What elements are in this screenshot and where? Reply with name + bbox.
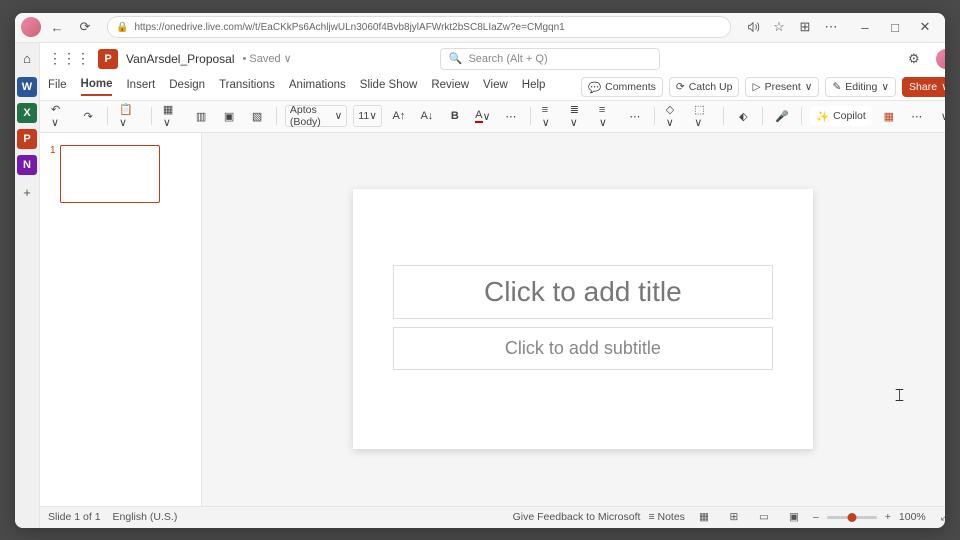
redo-button[interactable]: ↷ [77,105,99,127]
slide-thumbnail[interactable] [60,145,160,203]
title-placeholder[interactable]: Click to add title [393,265,773,319]
addins-button[interactable]: ▦ [878,105,900,127]
zoom-out-button[interactable]: – [813,511,819,523]
paste-button[interactable]: 📋 ∨ [116,105,143,127]
align-button[interactable]: ≡ ∨ [596,105,618,127]
onenote-app-icon[interactable]: N [17,155,37,175]
browser-toolbar: ← ⟳ 🔒 https://onedrive.live.com/w/t/EaCK… [15,13,945,43]
tab-slideshow[interactable]: Slide Show [360,79,418,95]
url-bar[interactable]: 🔒 https://onedrive.live.com/w/t/EaCKkPs6… [107,16,731,38]
more-para-icon[interactable]: ⋯ [624,105,646,127]
excel-app-icon[interactable]: X [17,103,37,123]
back-button[interactable]: ← [45,15,69,39]
editor-area: 1 Click to add title Click to add subtit… [40,133,945,506]
reading-view-icon[interactable]: ▭ [753,506,775,528]
settings-icon[interactable]: ⚙ [902,47,926,71]
tab-design[interactable]: Design [169,79,205,95]
reset-button[interactable]: ▣ [218,105,240,127]
zoom-level[interactable]: 100% [899,511,926,523]
zoom-in-button[interactable]: + [885,511,891,523]
tab-help[interactable]: Help [522,79,546,95]
fit-to-window-icon[interactable]: ⤢ [934,506,945,528]
present-button[interactable]: ▷ Present ∨ [745,77,819,97]
numbering-button[interactable]: ≣ ∨ [567,105,590,127]
thumb-number: 1 [50,145,56,203]
increase-font-icon[interactable]: A↑ [388,105,410,127]
more-ribbon-icon[interactable]: ⋯ [906,105,928,127]
read-aloud-icon[interactable] [741,15,765,39]
url-text: https://onedrive.live.com/w/t/EaCKkPs6Ac… [134,22,564,33]
more-browser-icon[interactable]: ⋯ [819,15,843,39]
minimize-button[interactable]: – [851,15,879,39]
title-bar: ⋮⋮⋮ P VanArsdel_Proposal • Saved ∨ 🔍 Sea… [40,43,945,75]
slide-thumbnail-panel: 1 [40,133,202,506]
search-box[interactable]: 🔍 Search (Alt + Q) [440,48,660,70]
app-rail: ⌂ W X P N + [15,43,40,528]
new-slide-button[interactable]: ▦ ∨ [160,105,184,127]
maximize-button[interactable]: □ [881,15,909,39]
search-icon: 🔍 [449,52,463,65]
slide: Click to add title Click to add subtitle [353,189,813,449]
bullets-button[interactable]: ≡ ∨ [539,105,561,127]
collections-icon[interactable]: ⊞ [793,15,817,39]
slide-counter: Slide 1 of 1 [48,511,101,523]
normal-view-icon[interactable]: ▦ [693,506,715,528]
undo-button[interactable]: ↶ ∨ [48,105,71,127]
powerpoint-app-icon[interactable]: P [17,129,37,149]
bold-button[interactable]: B [444,105,466,127]
catchup-button[interactable]: ⟳ Catch Up [669,77,740,97]
slide-canvas[interactable]: Click to add title Click to add subtitle… [202,133,945,506]
ribbon-tabs: File Home Insert Design Transitions Anim… [40,75,945,101]
font-color-button[interactable]: A ∨ [472,105,494,127]
tab-file[interactable]: File [48,79,67,95]
powerpoint-icon: P [98,49,118,69]
refresh-button[interactable]: ⟳ [73,15,97,39]
copilot-button[interactable]: ✨ Copilot [810,106,872,126]
tab-insert[interactable]: Insert [126,79,155,95]
comments-button[interactable]: 💬 Comments [581,77,663,97]
favorite-icon[interactable]: ☆ [767,15,791,39]
dictate-button[interactable]: 🎤 [771,105,793,127]
tab-home[interactable]: Home [81,78,113,96]
word-app-icon[interactable]: W [17,77,37,97]
layout-button[interactable]: ▥ [190,105,212,127]
status-bar: Slide 1 of 1 English (U.S.) Give Feedbac… [40,506,945,528]
app-launcher-icon[interactable]: ⋮⋮⋮ [48,50,90,67]
sorter-view-icon[interactable]: ⊞ [723,506,745,528]
home-rail-icon[interactable]: ⌂ [15,47,39,71]
share-button[interactable]: Share ∨ [902,77,945,97]
editing-mode-button[interactable]: ✎ Editing ∨ [825,77,896,97]
designer-button[interactable]: ⬖ [732,105,754,127]
font-size-select[interactable]: 11∨ [353,105,382,127]
add-app-icon[interactable]: + [15,181,39,205]
language-status[interactable]: English (U.S.) [113,511,178,523]
feedback-link[interactable]: Give Feedback to Microsoft [513,511,641,523]
profile-avatar[interactable] [21,17,41,37]
save-state[interactable]: • Saved ∨ [243,52,292,65]
app-window: ← ⟳ 🔒 https://onedrive.live.com/w/t/EaCK… [15,13,945,528]
account-avatar[interactable] [936,49,945,69]
document-name[interactable]: VanArsdel_Proposal [126,52,235,66]
shapes-button[interactable]: ◇ ∨ [663,105,686,127]
tab-animations[interactable]: Animations [289,79,346,95]
text-cursor-icon: 𝙸 [893,385,906,406]
section-button[interactable]: ▧ [246,105,268,127]
subtitle-placeholder[interactable]: Click to add subtitle [393,327,773,370]
collapse-ribbon-icon[interactable]: ∨ [934,105,945,127]
arrange-button[interactable]: ⬚ ∨ [691,105,715,127]
more-font-icon[interactable]: ⋯ [500,105,522,127]
notes-toggle[interactable]: ≡ Notes [648,511,684,523]
ribbon-toolbar: ↶ ∨ ↷ 📋 ∨ ▦ ∨ ▥ ▣ ▧ Aptos (Body)∨ 11∨ A↑… [40,101,945,133]
lock-icon: 🔒 [116,22,128,33]
close-button[interactable]: ✕ [911,15,939,39]
search-placeholder: Search (Alt + Q) [468,53,547,65]
decrease-font-icon[interactable]: A↓ [416,105,438,127]
zoom-slider[interactable] [827,516,877,519]
slideshow-view-icon[interactable]: ▣ [783,506,805,528]
tab-transitions[interactable]: Transitions [219,79,275,95]
tab-review[interactable]: Review [431,79,469,95]
tab-view[interactable]: View [483,79,508,95]
font-select[interactable]: Aptos (Body)∨ [285,105,347,127]
